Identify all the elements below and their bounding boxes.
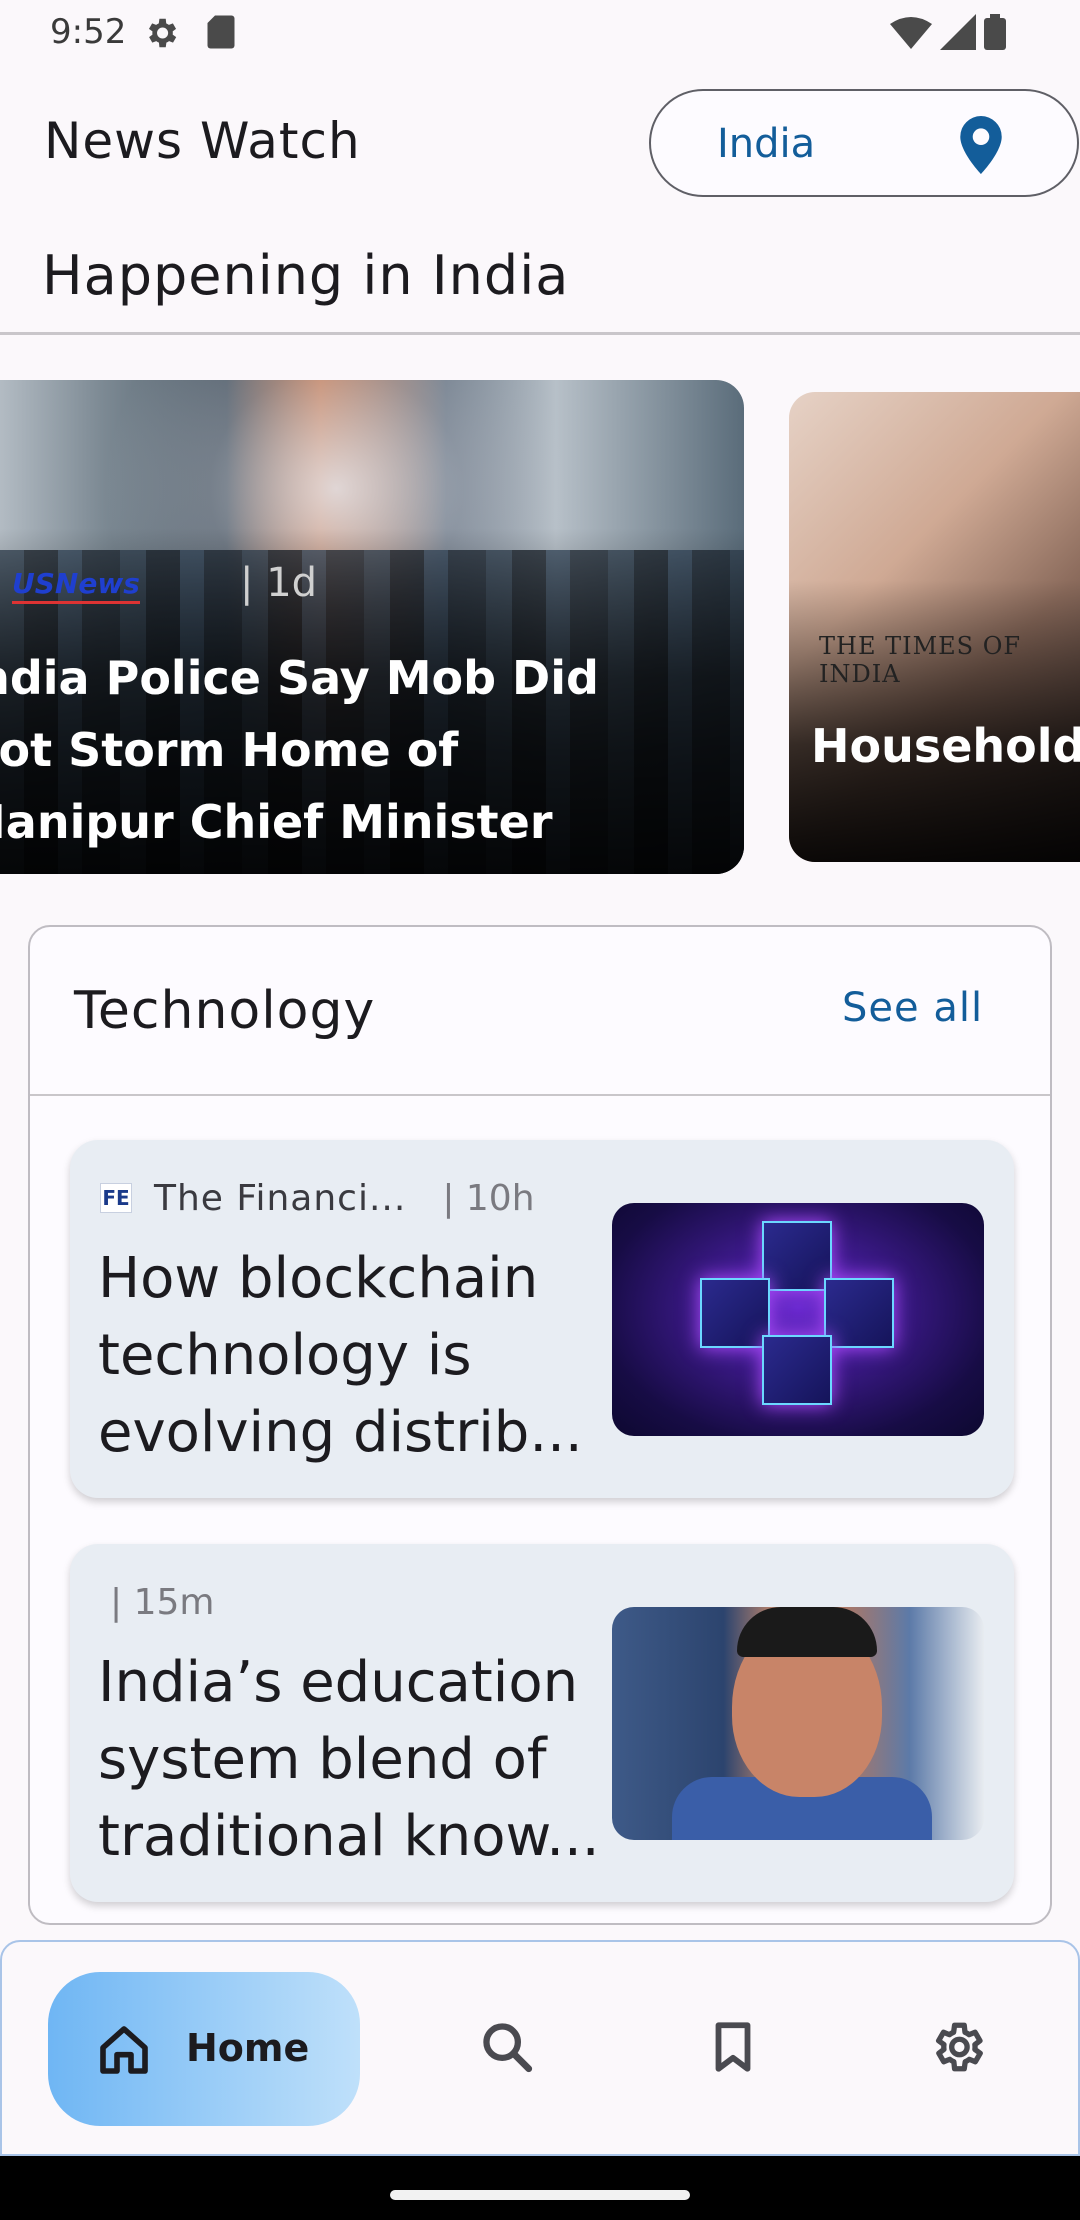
bookmark-icon[interactable] [704,2018,762,2076]
wifi-icon [890,17,932,49]
bottom-navigation: Home [0,1940,1080,2156]
status-bar: 9:52 [0,0,1080,66]
divider [0,332,1080,335]
nav-home-label: Home [186,2026,310,2070]
headline-title: India Police Say Mob Did Not Storm Home … [0,651,599,849]
headline-title: Household s… low threaten… [811,719,1080,773]
source-logo: USNews [12,567,140,604]
nav-home[interactable]: Home [48,1972,360,2126]
search-icon[interactable] [478,2018,536,2076]
battery-icon [984,14,1006,50]
location-label: India [717,121,816,167]
article-time: | 15m [110,1581,215,1623]
article-meta: | 15m [100,1580,214,1624]
source-logo-icon: FE [100,1183,132,1213]
home-icon [100,2026,148,2074]
location-pin-icon [960,116,1002,174]
headline-time: | 1d [240,560,318,606]
settings-status-icon [148,18,177,48]
status-indicators [890,14,1006,50]
article-meta: FE The Financi... | 10h [100,1176,535,1220]
settings-icon[interactable] [928,2018,986,2076]
article-card[interactable]: FE The Financi... | 10h How blockchain t… [70,1140,1014,1498]
section-heading: Happening in India [42,244,570,307]
article-time: | 10h [442,1177,535,1219]
article-thumbnail [612,1203,984,1436]
status-time: 9:52 [50,12,127,52]
headline-carousel[interactable]: USNews | 1d India Police Say Mob Did Not… [0,380,1080,880]
headline-card[interactable]: USNews | 1d India Police Say Mob Did Not… [0,380,744,874]
signal-icon [940,14,976,50]
article-title: How blockchain technology is evolving di… [98,1246,583,1465]
article-title: India’s education system blend of tradit… [98,1650,600,1869]
see-all-button[interactable]: See all [842,985,983,1031]
source-logo: THE TIMES OF INDIA [819,632,1022,688]
gesture-bar [0,2156,1080,2220]
technology-section: Technology See all FE The Financi... | 1… [28,925,1052,1925]
home-gesture-handle[interactable] [390,2190,690,2200]
article-card[interactable]: | 15m India’s education system blend of … [70,1544,1014,1902]
sd-card-icon [207,15,235,49]
divider [30,1094,1050,1096]
article-source: The Financi... [154,1177,407,1219]
headline-card[interactable]: THE TIMES OF INDIA Household s… low thre… [789,392,1080,862]
location-selector[interactable]: India [649,89,1079,197]
article-thumbnail [612,1607,984,1840]
app-title: News Watch [44,112,361,170]
section-title: Technology [74,981,376,1041]
